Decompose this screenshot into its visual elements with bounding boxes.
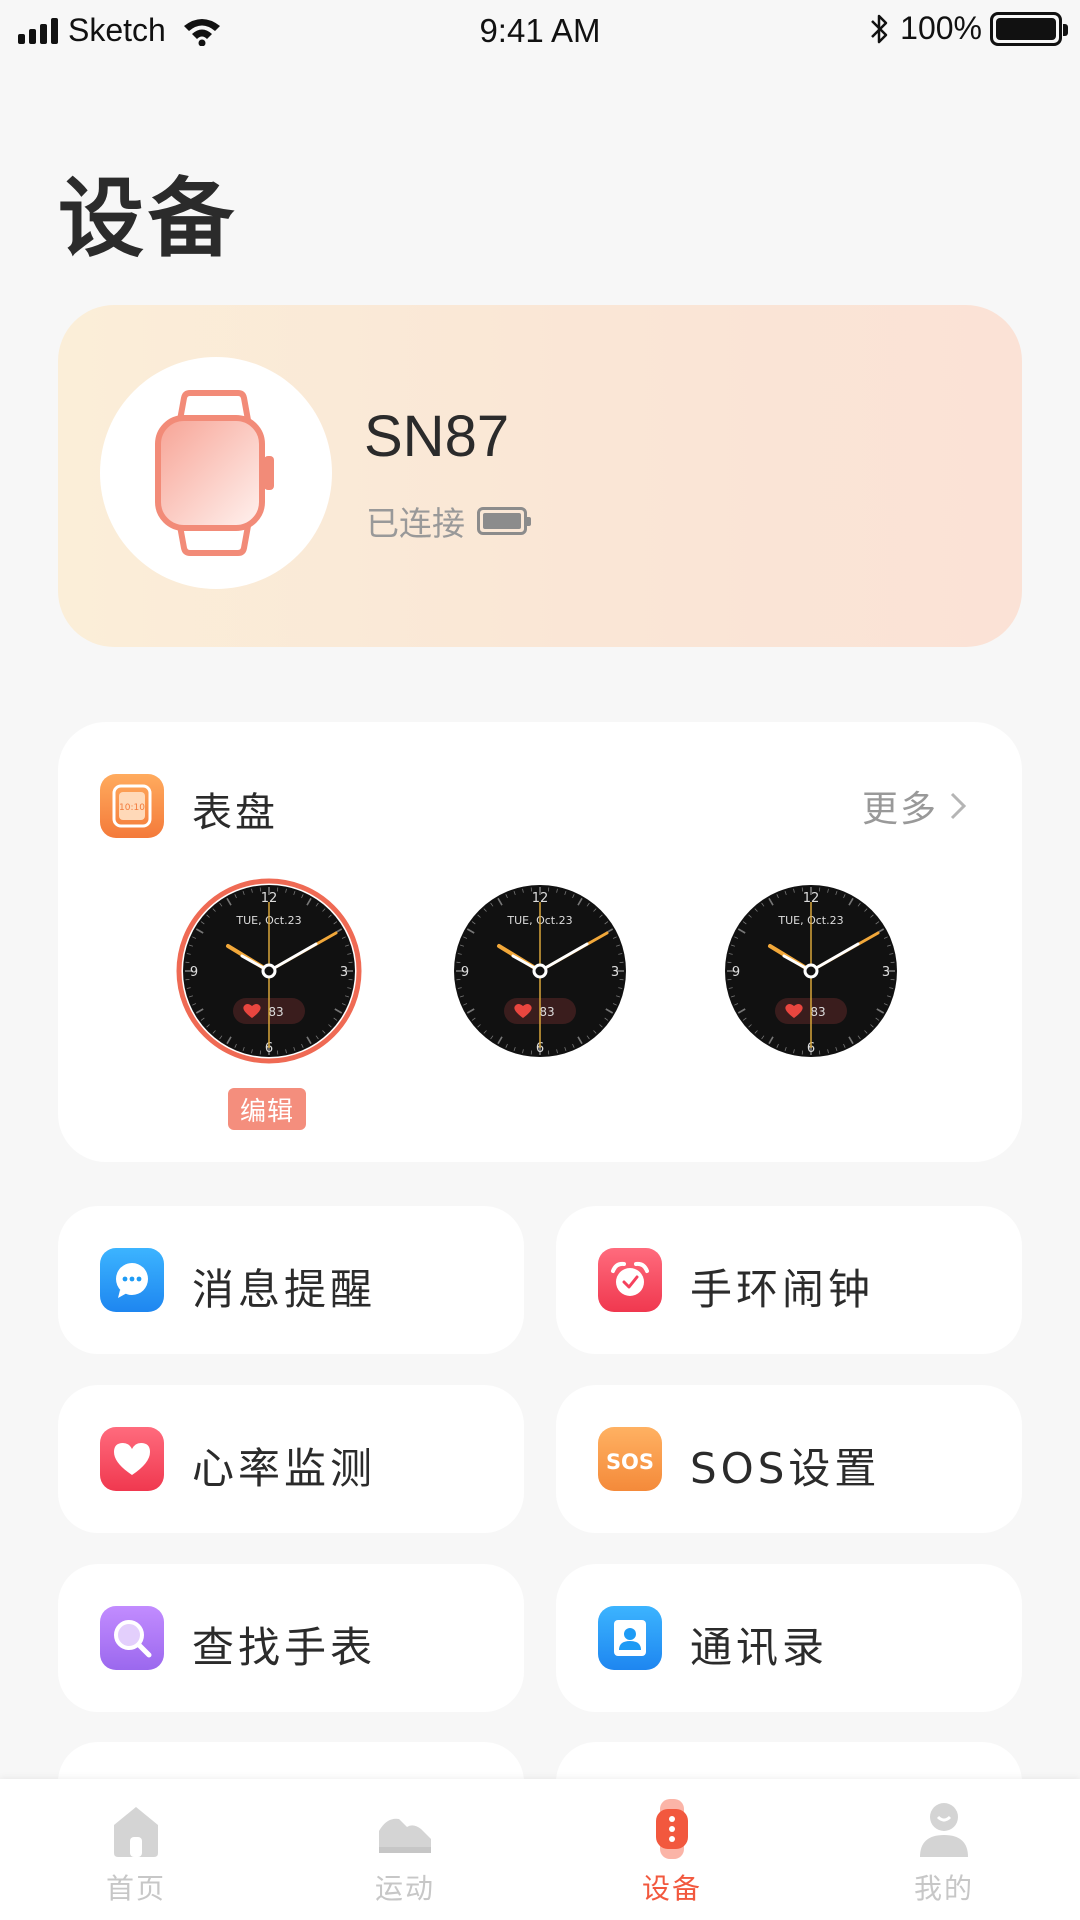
bluetooth-icon [871, 14, 888, 43]
face-numeral-9: 9 [190, 965, 198, 980]
device-name: SN87 [364, 404, 510, 469]
watch-face-option[interactable]: 12 3 6 9 TUE, Oct.23 83 [176, 878, 362, 1064]
svg-text:10:10: 10:10 [119, 803, 145, 813]
face-numeral-9: 9 [732, 965, 740, 980]
watch-icon [155, 390, 274, 556]
home-icon [114, 1807, 158, 1857]
more-label: 更多 [861, 789, 938, 830]
watch-faces-title: 表盘 [192, 790, 278, 836]
feature-tile-contacts[interactable]: 通讯录 [556, 1564, 1022, 1712]
band-icon [656, 1799, 688, 1859]
sos-icon: SOS [598, 1427, 662, 1491]
feature-tile-find-watch[interactable]: 查找手表 [58, 1564, 524, 1712]
shoe-icon [379, 1818, 431, 1853]
tile-label: 通讯录 [690, 1623, 829, 1672]
battery-icon [990, 11, 1068, 46]
watch-face-option[interactable]: 12 3 6 9 TUE, Oct.23 83 [718, 878, 904, 1064]
device-status: 已连接 [366, 504, 465, 543]
watch-faces-card: 10:10 表盘 更多 12 3 6 9 TUE, Oct.23 83 12 3 6 9 TUE, … [58, 722, 1022, 1162]
face-numeral-9: 9 [461, 965, 469, 980]
chevron-right-icon [950, 792, 967, 820]
feature-tile-heart-rate[interactable]: 心率监测 [58, 1385, 524, 1533]
watch-faces-more-link[interactable]: 更多 [862, 780, 968, 832]
face-heart-rate: 83 [810, 1005, 825, 1019]
face-numeral-3: 3 [340, 965, 348, 980]
tab-label: 运动 [374, 1872, 435, 1905]
tab-label: 首页 [105, 1872, 166, 1905]
feature-tile-messages[interactable]: 消息提醒 [58, 1206, 524, 1354]
watch-face-option[interactable]: 12 3 6 9 TUE, Oct.23 83 [447, 878, 633, 1064]
tile-label: 手环闹钟 [690, 1265, 875, 1314]
watch-face-icon: 10:10 [100, 774, 164, 838]
device-status-row: 已连接 [366, 497, 531, 545]
contacts-icon [598, 1606, 662, 1670]
feature-tile-alarm[interactable]: 手环闹钟 [556, 1206, 1022, 1354]
tile-label: SOS设置 [690, 1444, 881, 1493]
search-icon [100, 1606, 164, 1670]
tile-label: 查找手表 [192, 1623, 377, 1672]
message-icon [100, 1248, 164, 1312]
tab-label: 设备 [641, 1872, 702, 1905]
tab-home[interactable]: 首页 [36, 1779, 236, 1920]
battery-percent: 100% [900, 10, 982, 46]
feature-tile-sos[interactable]: SOS SOS设置 [556, 1385, 1022, 1533]
tab-bar: 首页 运动 设备 我的 [0, 1779, 1080, 1920]
status-bar: Sketch 9:41 AM 100% [0, 0, 1080, 64]
heart-icon [100, 1427, 164, 1491]
tab-sport[interactable]: 运动 [305, 1779, 505, 1920]
face-numeral-3: 3 [611, 965, 619, 980]
face-heart-rate: 83 [539, 1005, 554, 1019]
edit-watch-face-button[interactable]: 编辑 [228, 1088, 306, 1130]
device-avatar [100, 357, 332, 589]
alarm-icon [598, 1248, 662, 1312]
face-numeral-3: 3 [882, 965, 890, 980]
device-battery-icon [477, 507, 531, 535]
tab-label: 我的 [913, 1872, 974, 1905]
status-right: 100% [868, 10, 1068, 47]
page-title: 设备 [58, 169, 238, 269]
profile-icon [920, 1803, 968, 1857]
svg-text:SOS: SOS [606, 1450, 654, 1474]
tab-profile[interactable]: 我的 [844, 1779, 1044, 1920]
tile-label: 消息提醒 [192, 1265, 377, 1314]
tile-label: 心率监测 [192, 1444, 377, 1493]
tab-device[interactable]: 设备 [572, 1779, 772, 1920]
face-heart-rate: 83 [268, 1005, 283, 1019]
device-card[interactable]: SN87 已连接 [58, 305, 1022, 647]
